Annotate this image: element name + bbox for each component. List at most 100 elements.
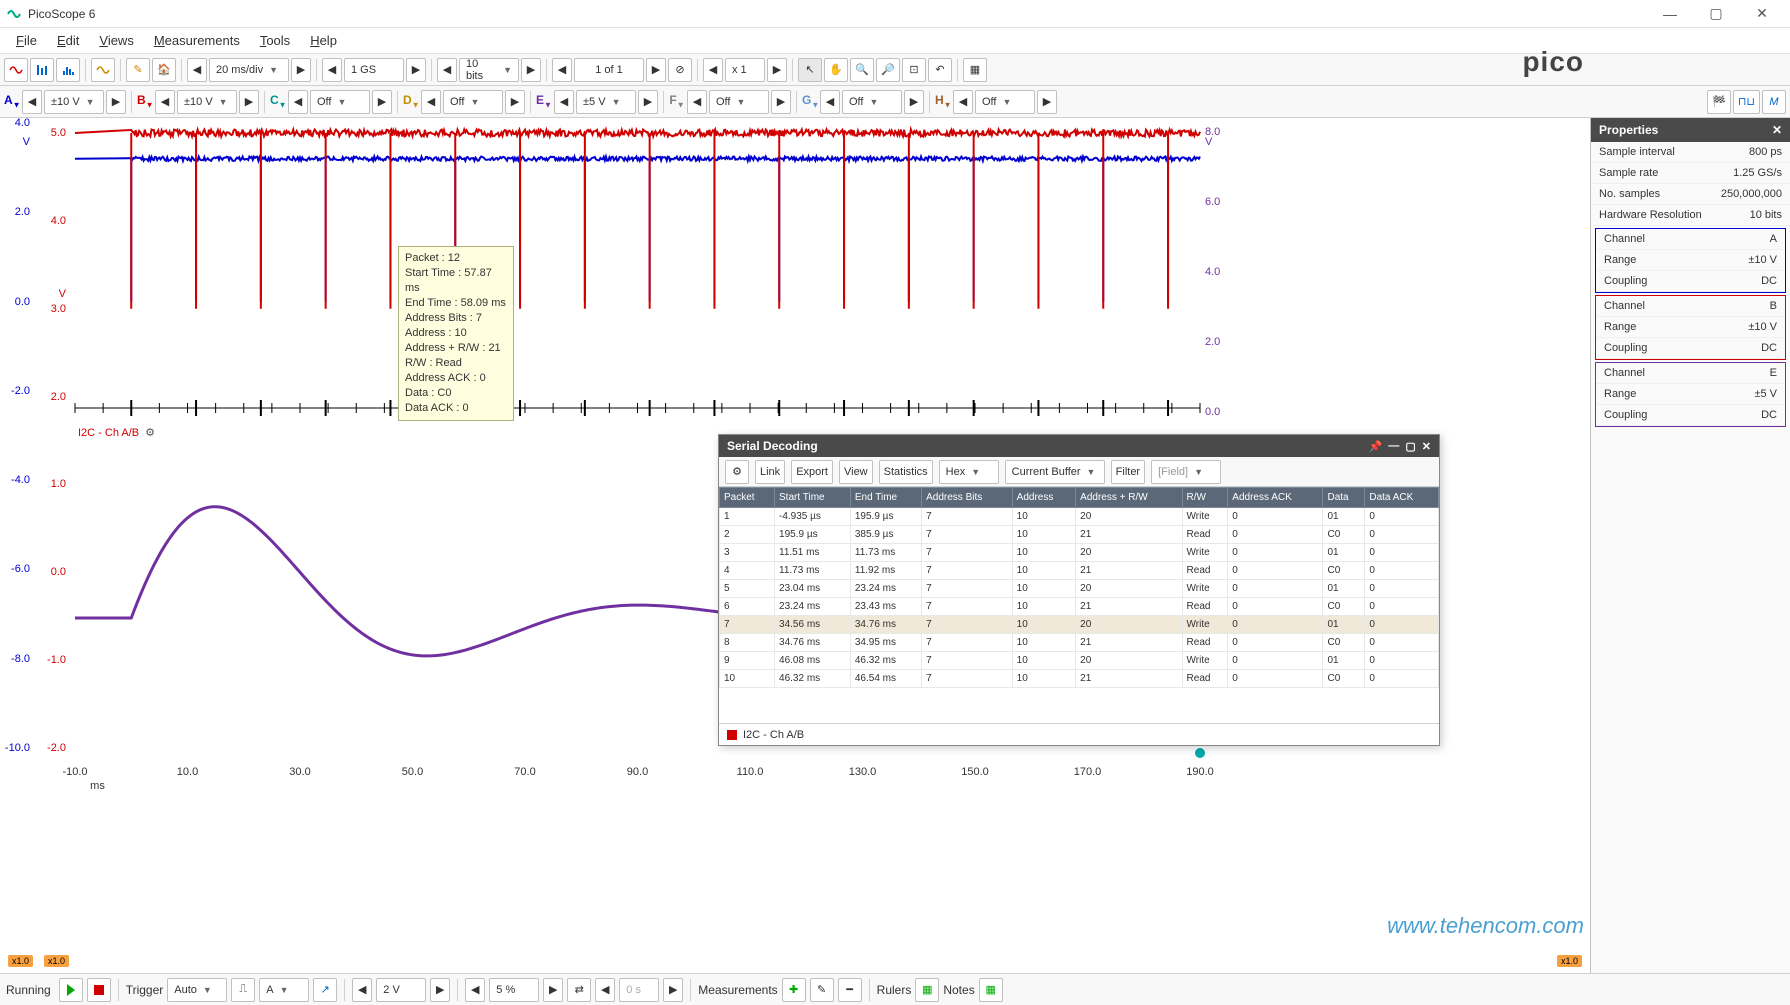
trig-level-prev[interactable]: ◀ xyxy=(352,978,372,1002)
serial-stats-button[interactable]: Statistics xyxy=(879,460,933,484)
trigger-rising-icon[interactable]: ↗ xyxy=(313,978,337,1002)
res-prev[interactable]: ◀ xyxy=(437,58,457,82)
zoom-select[interactable]: x 1 xyxy=(725,58,765,82)
home2-icon[interactable]: 🏠 xyxy=(152,58,176,82)
trigger-pct[interactable]: 5 % xyxy=(489,978,539,1002)
ch-c-range[interactable]: Off▼ xyxy=(310,90,370,114)
ch-h-prev[interactable]: ◀ xyxy=(953,90,973,114)
ch-a-label[interactable]: A▼ xyxy=(4,93,20,109)
stop-button[interactable] xyxy=(87,978,111,1002)
ch-f-range[interactable]: Off▼ xyxy=(709,90,769,114)
ch-b-next[interactable]: ▶ xyxy=(239,90,259,114)
serial-max-icon[interactable]: ▢ xyxy=(1405,440,1415,453)
timebase-next[interactable]: ▶ xyxy=(291,58,311,82)
menu-edit[interactable]: Edit xyxy=(47,33,89,48)
pointer-icon[interactable]: ↖ xyxy=(798,58,822,82)
trig-pct-next[interactable]: ▶ xyxy=(543,978,563,1002)
ch-g-next[interactable]: ▶ xyxy=(904,90,924,114)
ch-b-label[interactable]: B▼ xyxy=(137,93,153,109)
serial-gear-icon[interactable]: ⚙ xyxy=(725,460,749,484)
ch-h-next[interactable]: ▶ xyxy=(1037,90,1057,114)
serial-export-button[interactable]: Export xyxy=(791,460,833,484)
ch-c-prev[interactable]: ◀ xyxy=(288,90,308,114)
serial-format-select[interactable]: Hex▼ xyxy=(939,460,999,484)
menu-file[interactable]: File xyxy=(6,33,47,48)
gear-icon[interactable]: ⚙ xyxy=(145,426,155,439)
buffer-display[interactable]: 1 of 1 xyxy=(574,58,644,82)
res-next[interactable]: ▶ xyxy=(521,58,541,82)
samples-select[interactable]: 1 GS xyxy=(344,58,404,82)
minimize-button[interactable]: — xyxy=(1648,2,1692,26)
ch-e-range[interactable]: ±5 V▼ xyxy=(576,90,636,114)
ch-g-prev[interactable]: ◀ xyxy=(820,90,840,114)
zoom-next[interactable]: ▶ xyxy=(767,58,787,82)
ch-f-next[interactable]: ▶ xyxy=(771,90,791,114)
maximize-button[interactable]: ▢ xyxy=(1694,2,1738,26)
serial-pin-icon[interactable]: 📌 xyxy=(1369,440,1383,453)
ch-d-range[interactable]: Off▼ xyxy=(443,90,503,114)
serial-field-select[interactable]: [Field]▼ xyxy=(1151,460,1221,484)
ch-b-range[interactable]: ±10 V▼ xyxy=(177,90,237,114)
ch-c-label[interactable]: C▼ xyxy=(270,93,286,109)
rulers-icon[interactable]: ▦ xyxy=(915,978,939,1002)
add-measurement-icon[interactable]: ✚ xyxy=(782,978,806,1002)
menu-tools[interactable]: Tools xyxy=(250,33,300,48)
ch-c-next[interactable]: ▶ xyxy=(372,90,392,114)
ch-h-range[interactable]: Off▼ xyxy=(975,90,1035,114)
ch-g-label[interactable]: G▼ xyxy=(802,93,818,109)
zoom-prev[interactable]: ◀ xyxy=(703,58,723,82)
timebase-prev[interactable]: ◀ xyxy=(187,58,207,82)
trig-pct-prev[interactable]: ◀ xyxy=(465,978,485,1002)
resolution-select[interactable]: 10 bits▼ xyxy=(459,58,519,82)
serial-min-icon[interactable]: — xyxy=(1388,440,1399,453)
ch-a-prev[interactable]: ◀ xyxy=(22,90,42,114)
del-measurement-icon[interactable]: ━ xyxy=(838,978,862,1002)
buf-nav-icon[interactable]: ⊘ xyxy=(668,58,692,82)
menu-help[interactable]: Help xyxy=(300,33,347,48)
ch-f-prev[interactable]: ◀ xyxy=(687,90,707,114)
ch-e-prev[interactable]: ◀ xyxy=(554,90,574,114)
ch-g-range[interactable]: Off▼ xyxy=(842,90,902,114)
serial-buffer-select[interactable]: Current Buffer▼ xyxy=(1005,460,1105,484)
serial-filter-button[interactable]: Filter xyxy=(1111,460,1145,484)
menu-measurements[interactable]: Measurements xyxy=(144,33,250,48)
ch-b-prev[interactable]: ◀ xyxy=(155,90,175,114)
siggen-icon[interactable] xyxy=(91,58,115,82)
properties-header[interactable]: Properties✕ xyxy=(1591,118,1790,142)
zoom-rect-icon[interactable]: ⊡ xyxy=(902,58,926,82)
ch-e-label[interactable]: E▼ xyxy=(536,93,552,109)
edit-measurement-icon[interactable]: ✎ xyxy=(810,978,834,1002)
trigger-ch-select[interactable]: A▼ xyxy=(259,978,309,1002)
serial-table[interactable]: PacketStart TimeEnd TimeAddress BitsAddr… xyxy=(719,487,1439,723)
serial-link-button[interactable]: Link xyxy=(755,460,785,484)
trig-delay-next[interactable]: ▶ xyxy=(663,978,683,1002)
marquee-zoom-icon[interactable]: ▦ xyxy=(963,58,987,82)
trig-delay-prev[interactable]: ◀ xyxy=(595,978,615,1002)
chart-area[interactable]: pico 4.02.00.0-2.0-4.0-6.0-8.0-10.0V 5.0… xyxy=(0,118,1590,973)
ch-a-range[interactable]: ±10 V▼ xyxy=(44,90,104,114)
zoom-out-icon[interactable]: 🔎 xyxy=(876,58,900,82)
trigger-level[interactable]: 2 V xyxy=(376,978,426,1002)
digital-icon[interactable]: ⊓⊔ xyxy=(1733,90,1760,114)
serial-header[interactable]: Serial Decoding 📌—▢✕ xyxy=(719,435,1439,457)
ch-d-label[interactable]: D▼ xyxy=(403,93,419,109)
persistence-mode-icon[interactable] xyxy=(30,58,54,82)
ch-f-label[interactable]: F▼ xyxy=(669,93,685,109)
ch-d-prev[interactable]: ◀ xyxy=(421,90,441,114)
trigger-delay[interactable]: 0 s xyxy=(619,978,659,1002)
menu-views[interactable]: Views xyxy=(89,33,143,48)
home-icon[interactable]: ✎ xyxy=(126,58,150,82)
close-button[interactable]: ✕ xyxy=(1740,2,1784,26)
buf-prev[interactable]: ◀ xyxy=(552,58,572,82)
trigger-pretrigger-icon[interactable]: ⇄ xyxy=(567,978,591,1002)
ch-e-next[interactable]: ▶ xyxy=(638,90,658,114)
math-icon[interactable]: M xyxy=(1762,90,1786,114)
trigger-mode-select[interactable]: Auto▼ xyxy=(167,978,227,1002)
properties-close-icon[interactable]: ✕ xyxy=(1772,123,1782,137)
run-button[interactable] xyxy=(59,978,83,1002)
zoom-in-icon[interactable]: 🔍 xyxy=(850,58,874,82)
hand-icon[interactable]: ✋ xyxy=(824,58,848,82)
samples-prev[interactable]: ◀ xyxy=(322,58,342,82)
ch-d-next[interactable]: ▶ xyxy=(505,90,525,114)
serial-close-icon[interactable]: ✕ xyxy=(1422,440,1431,453)
